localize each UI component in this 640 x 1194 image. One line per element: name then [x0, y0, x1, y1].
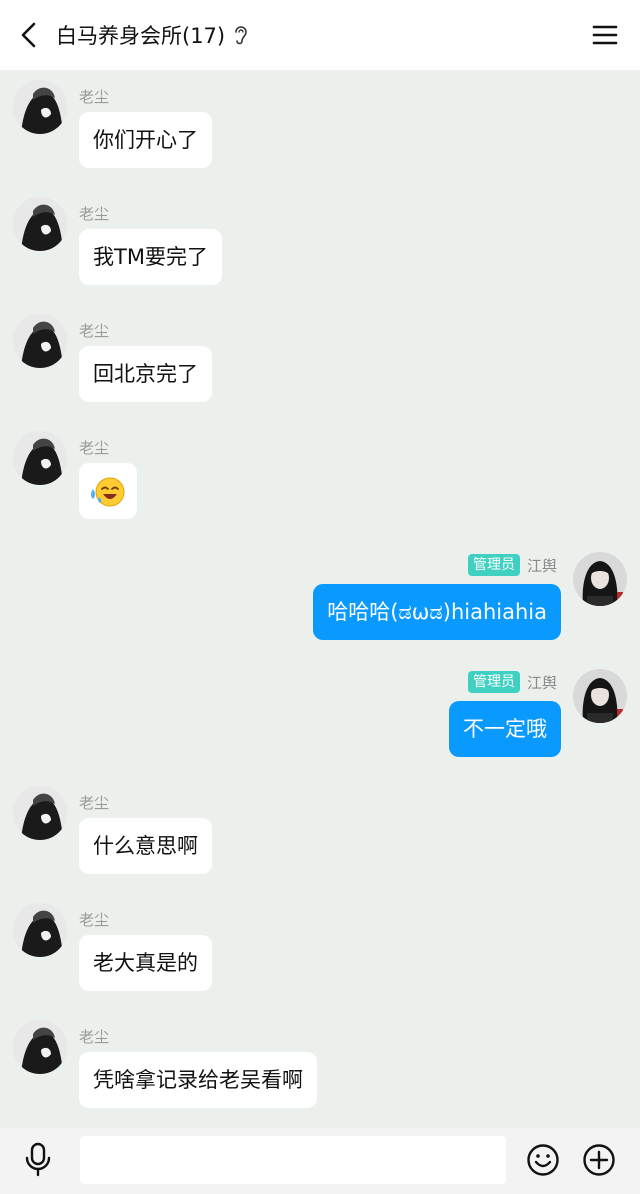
- back-arrow-icon: [21, 22, 36, 48]
- sender-name: 老尘: [79, 911, 110, 929]
- avatar[interactable]: [13, 314, 67, 368]
- group-name: 白马养身会所(17): [56, 24, 226, 48]
- sender-name: 老尘: [79, 322, 110, 340]
- microphone-icon: [25, 1142, 51, 1177]
- sticker-bubble[interactable]: [79, 463, 137, 519]
- avatar[interactable]: [13, 80, 67, 134]
- admin-badge: 管理员: [467, 671, 520, 693]
- input-bar: [0, 1128, 640, 1194]
- menu-button[interactable]: [592, 22, 618, 48]
- message-bubble[interactable]: 你们开心了: [79, 112, 212, 168]
- avatar[interactable]: [13, 786, 67, 840]
- avatar[interactable]: [573, 552, 627, 606]
- message-bubble[interactable]: 我TM要完了: [79, 229, 222, 285]
- sender-name: 老尘: [79, 439, 110, 457]
- message-bubble[interactable]: 老大真是的: [79, 935, 212, 991]
- sender-meta: 管理员 江舆: [467, 671, 557, 693]
- avatar[interactable]: [573, 669, 627, 723]
- message-list[interactable]: 老尘 你们开心了 老尘 我TM要完了 老尘 回北京完了 老尘 管理员 江舆 哈哈…: [0, 70, 640, 1128]
- avatar[interactable]: [13, 903, 67, 957]
- message-bubble[interactable]: 凭啥拿记录给老吴看啊: [79, 1052, 317, 1108]
- back-button[interactable]: [14, 20, 44, 50]
- crying-laughing-emoji-icon: [91, 477, 125, 507]
- avatar[interactable]: [13, 197, 67, 251]
- message-bubble[interactable]: 回北京完了: [79, 346, 212, 402]
- plus-icon: [583, 1144, 615, 1176]
- chat-header: 白马养身会所(17): [0, 0, 640, 70]
- avatar[interactable]: [13, 1020, 67, 1074]
- message-input[interactable]: [80, 1136, 506, 1184]
- chat-title: 白马养身会所(17): [56, 0, 249, 70]
- sender-name: 江舆: [526, 556, 557, 575]
- sender-name: 老尘: [79, 88, 110, 106]
- sender-name: 老尘: [79, 794, 110, 812]
- sender-name: 老尘: [79, 205, 110, 223]
- sender-meta: 管理员 江舆: [467, 554, 557, 576]
- sender-name: 老尘: [79, 1028, 110, 1046]
- avatar[interactable]: [13, 431, 67, 485]
- message-bubble[interactable]: 哈哈哈(ಡωಡ)hiahiahia: [313, 584, 561, 640]
- voice-button[interactable]: [22, 1142, 54, 1178]
- hamburger-menu-icon: [592, 25, 618, 45]
- admin-badge: 管理员: [467, 554, 520, 576]
- sender-name: 江舆: [526, 673, 557, 692]
- more-button[interactable]: [582, 1143, 616, 1177]
- emoji-button[interactable]: [526, 1143, 560, 1177]
- message-bubble[interactable]: 不一定哦: [449, 701, 561, 757]
- ear-icon[interactable]: [233, 24, 249, 46]
- message-bubble[interactable]: 什么意思啊: [79, 818, 212, 874]
- emoji-icon: [527, 1144, 559, 1176]
